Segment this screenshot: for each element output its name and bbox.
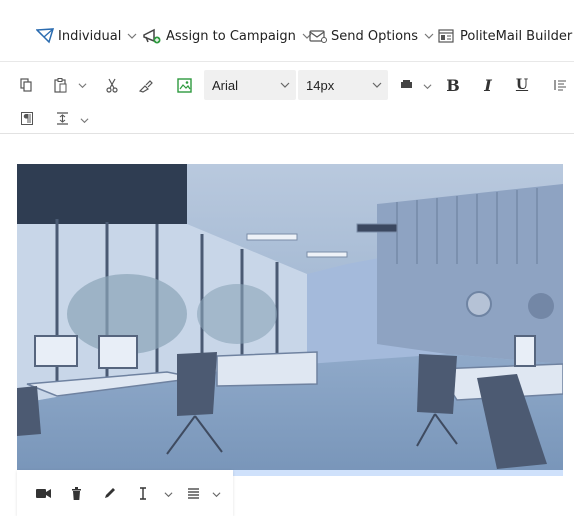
chevron-down-icon bbox=[280, 82, 290, 88]
chevron-down-icon bbox=[372, 82, 382, 88]
delete-image-button[interactable] bbox=[69, 485, 83, 501]
text-color-options-button[interactable] bbox=[421, 80, 433, 92]
paragraph-mark-icon bbox=[21, 111, 33, 125]
format-painter-icon bbox=[138, 79, 153, 93]
politemail-builder-button[interactable]: PoliteMail Builder bbox=[438, 24, 572, 48]
pencil-icon bbox=[105, 488, 115, 498]
chevron-down-icon bbox=[127, 33, 137, 39]
image-toolbar bbox=[17, 470, 233, 516]
envelope-settings-icon bbox=[309, 30, 327, 43]
office-photo-image[interactable] bbox=[17, 164, 563, 476]
font-family-select[interactable]: Arial bbox=[204, 70, 296, 100]
chevron-down-icon bbox=[78, 82, 86, 88]
chevron-down-icon bbox=[423, 83, 431, 89]
assign-campaign-dropdown[interactable]: Assign to Campaign bbox=[142, 24, 312, 48]
paste-button[interactable] bbox=[52, 76, 68, 94]
bold-button[interactable]: B bbox=[444, 74, 462, 96]
image-align-options-button[interactable] bbox=[210, 488, 222, 500]
text-color-icon bbox=[400, 80, 412, 88]
copy-icon bbox=[20, 78, 32, 92]
paste-options-button[interactable] bbox=[76, 79, 88, 91]
underline-button[interactable]: U bbox=[514, 74, 530, 96]
video-icon bbox=[35, 488, 51, 498]
top-action-bar: Individual Assign to Campaign Send Optio… bbox=[0, 0, 574, 62]
spacing-button[interactable] bbox=[55, 111, 69, 125]
alignment-button[interactable] bbox=[552, 77, 568, 93]
edit-image-button[interactable] bbox=[103, 485, 117, 501]
line-height-icon bbox=[140, 486, 146, 500]
show-formatting-button[interactable] bbox=[20, 111, 34, 125]
assign-campaign-label: Assign to Campaign bbox=[166, 28, 296, 44]
italic-button[interactable]: I bbox=[480, 74, 496, 96]
individual-dropdown[interactable]: Individual bbox=[36, 24, 137, 48]
insert-image-icon bbox=[176, 77, 192, 93]
office-interior-photo bbox=[17, 164, 563, 476]
format-toolbar-row-2 bbox=[0, 104, 574, 134]
paste-icon bbox=[53, 77, 66, 93]
builder-window-icon bbox=[438, 29, 454, 43]
chevron-down-icon bbox=[164, 491, 172, 497]
send-options-dropdown[interactable]: Send Options bbox=[309, 24, 434, 48]
image-size-options-button[interactable] bbox=[162, 488, 174, 500]
chevron-down-icon bbox=[424, 33, 434, 39]
text-color-button[interactable] bbox=[398, 78, 414, 92]
font-size-select[interactable]: 14px bbox=[298, 70, 388, 100]
align-left-icon bbox=[554, 80, 566, 91]
font-family-value: Arial bbox=[212, 77, 239, 93]
paragraph-spacing-icon bbox=[56, 111, 68, 125]
individual-label: Individual bbox=[58, 28, 122, 44]
cut-button[interactable] bbox=[104, 76, 120, 94]
send-plane-icon bbox=[36, 28, 54, 44]
politemail-builder-label: PoliteMail Builder bbox=[460, 28, 573, 44]
scissors-icon bbox=[106, 78, 118, 93]
chevron-down-icon bbox=[80, 117, 88, 123]
megaphone-icon bbox=[143, 28, 161, 44]
font-size-value: 14px bbox=[306, 77, 335, 93]
video-button[interactable] bbox=[35, 486, 51, 500]
image-align-button[interactable] bbox=[185, 486, 201, 500]
send-options-label: Send Options bbox=[331, 28, 419, 44]
format-painter-button[interactable] bbox=[136, 76, 154, 94]
spacing-options-button[interactable] bbox=[78, 114, 90, 126]
insert-image-button[interactable] bbox=[175, 76, 193, 94]
align-icon bbox=[187, 487, 199, 499]
chevron-down-icon bbox=[212, 491, 220, 497]
copy-button[interactable] bbox=[18, 76, 34, 94]
trash-icon bbox=[71, 486, 81, 500]
image-size-button[interactable] bbox=[138, 485, 148, 501]
